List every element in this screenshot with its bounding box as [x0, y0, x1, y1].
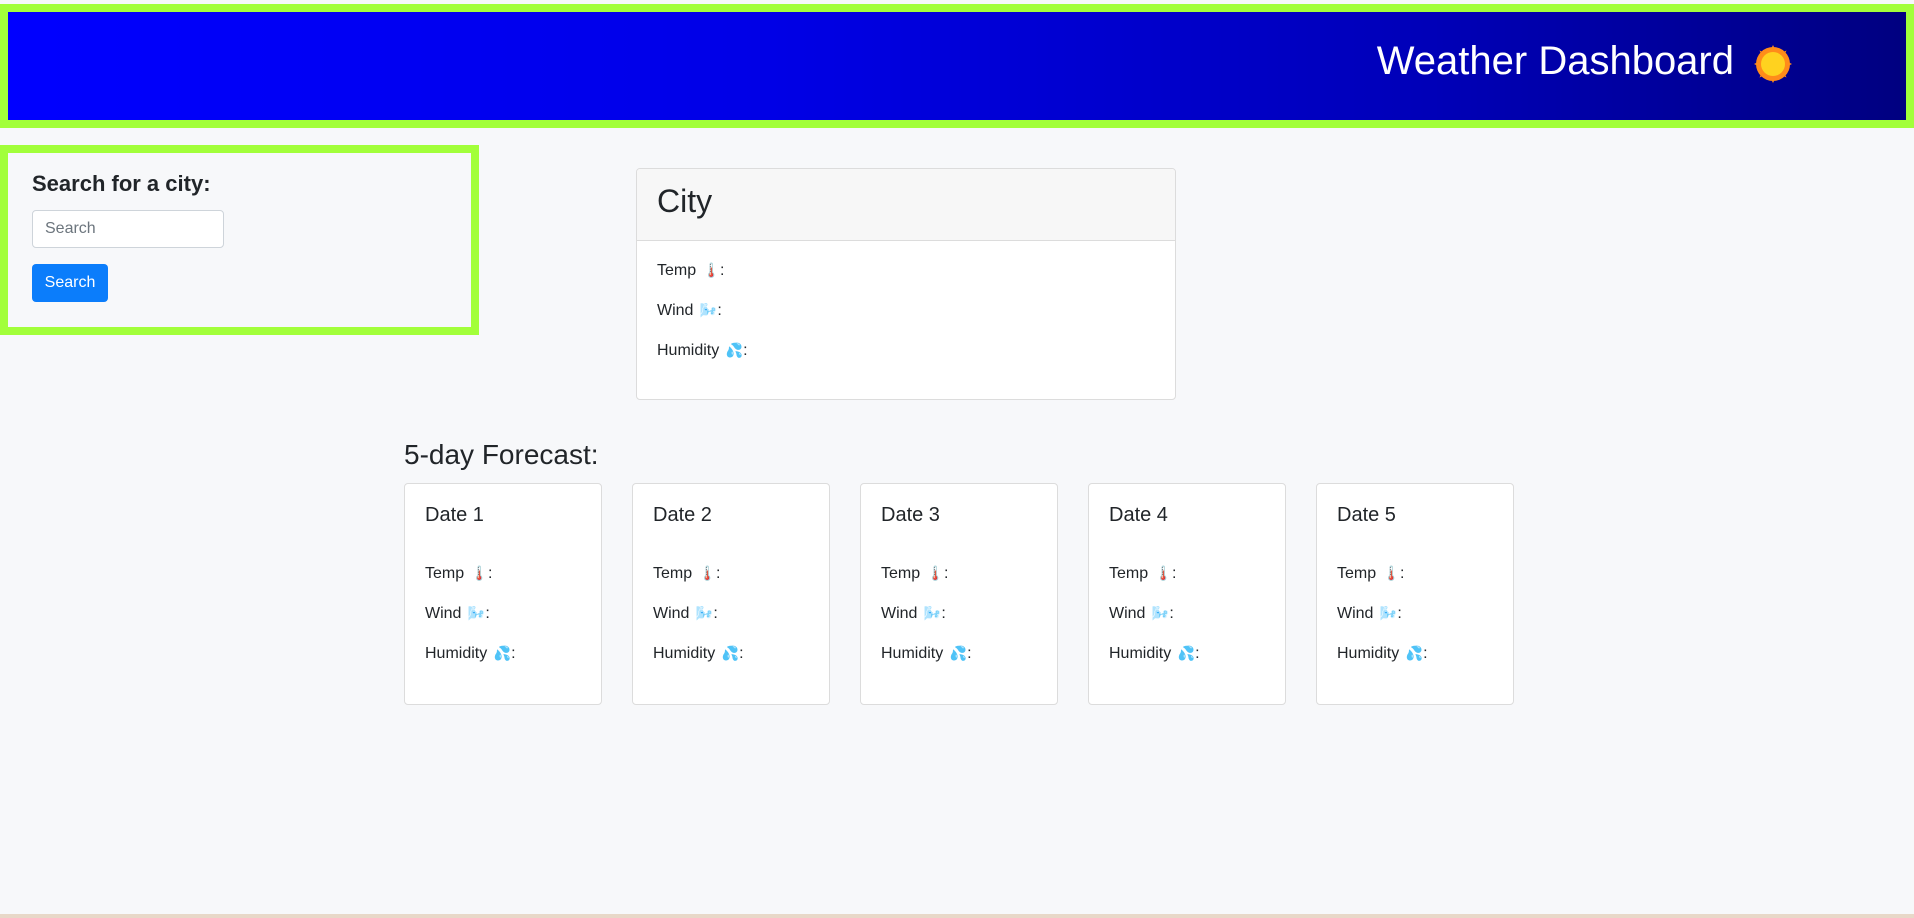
- forecast-date: Date 2: [653, 504, 712, 526]
- header-banner: Weather Dashboard: [0, 4, 1914, 128]
- thermometer-icon: 🌡️: [698, 565, 717, 581]
- forecast-humidity: Humidity 💦:: [1337, 645, 1428, 663]
- wind-icon: 🌬️: [695, 605, 714, 621]
- forecast-humidity: Humidity 💦:: [425, 645, 516, 663]
- search-panel: Search for a city: Search: [0, 145, 479, 335]
- separator: :: [967, 645, 972, 662]
- temp-label: Temp: [1337, 565, 1377, 582]
- humidity-label: Humidity: [1109, 645, 1172, 662]
- forecast-date: Date 3: [881, 504, 940, 526]
- forecast-title: 5-day Forecast:: [404, 439, 599, 470]
- forecast-temp: Temp 🌡️:: [425, 565, 492, 583]
- current-weather-card: City Temp 🌡️: Wind 🌬️: Humidity 💦:: [636, 168, 1176, 400]
- humidity-label: Humidity: [657, 342, 720, 359]
- forecast-card-2: Date 2 Temp 🌡️: Wind 🌬️: Humidity 💦:: [632, 483, 830, 705]
- forecast-humidity: Humidity 💦:: [653, 645, 744, 663]
- separator: :: [1423, 645, 1428, 662]
- wind-label: Wind: [1337, 605, 1374, 622]
- thermometer-icon: 🌡️: [470, 565, 489, 581]
- droplets-icon: 💦: [725, 342, 744, 358]
- humidity-label: Humidity: [1337, 645, 1400, 662]
- temp-label: Temp: [653, 565, 693, 582]
- page-title: Weather Dashboard: [1376, 39, 1734, 83]
- wind-icon: 🌬️: [699, 302, 718, 318]
- forecast-temp: Temp 🌡️:: [653, 565, 720, 583]
- separator: :: [713, 605, 718, 622]
- city-name: City: [657, 183, 713, 219]
- separator: :: [1172, 565, 1177, 582]
- wind-label: Wind: [1109, 605, 1146, 622]
- current-humidity: Humidity 💦:: [657, 342, 748, 360]
- droplets-icon: 💦: [493, 645, 512, 661]
- separator: :: [1400, 565, 1405, 582]
- sun-icon: [1754, 45, 1792, 83]
- forecast-card-3: Date 3 Temp 🌡️: Wind 🌬️: Humidity 💦:: [860, 483, 1058, 705]
- temp-label: Temp: [1109, 565, 1149, 582]
- droplets-icon: 💦: [721, 645, 740, 661]
- separator: :: [716, 565, 721, 582]
- wind-icon: 🌬️: [1379, 605, 1398, 621]
- wind-label: Wind: [657, 302, 694, 319]
- temp-label: Temp: [657, 262, 697, 279]
- separator: :: [1397, 605, 1402, 622]
- wind-icon: 🌬️: [1151, 605, 1170, 621]
- separator: :: [720, 262, 725, 279]
- separator: :: [739, 645, 744, 662]
- wind-label: Wind: [881, 605, 918, 622]
- separator: :: [743, 342, 748, 359]
- separator: :: [944, 565, 949, 582]
- search-heading: Search for a city:: [32, 171, 211, 196]
- wind-icon: 🌬️: [923, 605, 942, 621]
- forecast-temp: Temp 🌡️:: [1337, 565, 1404, 583]
- droplets-icon: 💦: [1177, 645, 1196, 661]
- wind-label: Wind: [653, 605, 690, 622]
- separator: :: [1195, 645, 1200, 662]
- forecast-date: Date 5: [1337, 504, 1396, 526]
- separator: :: [511, 645, 516, 662]
- separator: :: [485, 605, 490, 622]
- search-button[interactable]: Search: [32, 264, 108, 302]
- forecast-card-4: Date 4 Temp 🌡️: Wind 🌬️: Humidity 💦:: [1088, 483, 1286, 705]
- thermometer-icon: 🌡️: [702, 262, 721, 278]
- humidity-label: Humidity: [425, 645, 488, 662]
- thermometer-icon: 🌡️: [926, 565, 945, 581]
- forecast-date: Date 1: [425, 504, 484, 526]
- forecast-temp: Temp 🌡️:: [1109, 565, 1176, 583]
- forecast-card-1: Date 1 Temp 🌡️: Wind 🌬️: Humidity 💦:: [404, 483, 602, 705]
- forecast-humidity: Humidity 💦:: [881, 645, 972, 663]
- humidity-label: Humidity: [881, 645, 944, 662]
- thermometer-icon: 🌡️: [1382, 565, 1401, 581]
- droplets-icon: 💦: [949, 645, 968, 661]
- forecast-card-5: Date 5 Temp 🌡️: Wind 🌬️: Humidity 💦:: [1316, 483, 1514, 705]
- forecast-humidity: Humidity 💦:: [1109, 645, 1200, 663]
- humidity-label: Humidity: [653, 645, 716, 662]
- current-wind: Wind 🌬️:: [657, 302, 722, 320]
- forecast-wind: Wind 🌬️:: [1337, 605, 1402, 623]
- forecast-wind: Wind 🌬️:: [425, 605, 490, 623]
- separator: :: [1169, 605, 1174, 622]
- forecast-wind: Wind 🌬️:: [881, 605, 946, 623]
- wind-icon: 🌬️: [467, 605, 486, 621]
- forecast-temp: Temp 🌡️:: [881, 565, 948, 583]
- separator: :: [941, 605, 946, 622]
- current-temp: Temp 🌡️:: [657, 262, 724, 280]
- search-input[interactable]: [32, 210, 224, 248]
- forecast-wind: Wind 🌬️:: [1109, 605, 1174, 623]
- temp-label: Temp: [425, 565, 465, 582]
- city-card-header: City: [637, 169, 1175, 241]
- separator: :: [488, 565, 493, 582]
- forecast-date: Date 4: [1109, 504, 1168, 526]
- droplets-icon: 💦: [1405, 645, 1424, 661]
- wind-label: Wind: [425, 605, 462, 622]
- temp-label: Temp: [881, 565, 921, 582]
- forecast-wind: Wind 🌬️:: [653, 605, 718, 623]
- separator: :: [717, 302, 722, 319]
- thermometer-icon: 🌡️: [1154, 565, 1173, 581]
- footer-divider: [0, 914, 1914, 918]
